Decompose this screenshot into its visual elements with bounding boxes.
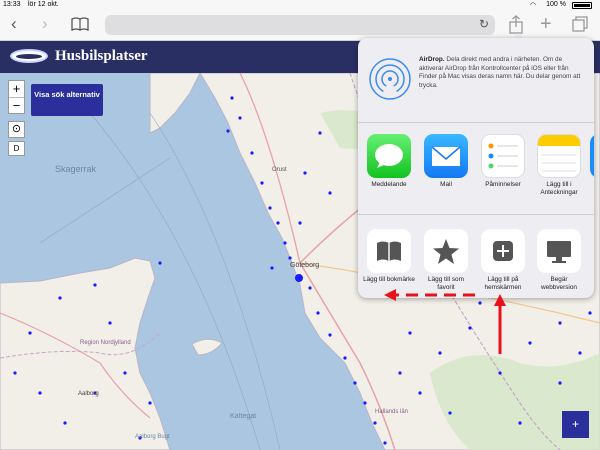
share-app-messages[interactable]: Meddelande [363, 134, 415, 189]
share-action-label: Lägg till på hemskärmen [484, 276, 522, 291]
wifi-icon: ◠ [529, 2, 536, 9]
airdrop-section: AirDrop. Dela direkt med andra i närhete… [358, 38, 594, 123]
share-app-label: Mail [440, 181, 452, 188]
airdrop-description: AirDrop. Dela direkt med andra i närhete… [419, 56, 586, 90]
url-field[interactable]: ↻ [105, 15, 495, 35]
map-label-kattegat: Kattegat [230, 413, 256, 420]
share-action-homescreen[interactable]: Lägg till på hemskärmen [477, 229, 529, 291]
share-app-notes[interactable]: Lägg till i Anteckningar [533, 134, 585, 196]
locate-icon[interactable]: ⊙ [8, 121, 25, 138]
plus-icon[interactable]: + [540, 13, 552, 36]
share-app-reminders[interactable]: Påminnelser [477, 134, 529, 189]
zoom-in-button[interactable]: + [9, 81, 24, 97]
share-action-desktop[interactable]: Begär webbversion [533, 229, 585, 291]
map-label-skagerrak: Skagerrak [55, 164, 97, 174]
map-label-hallands-lan: Hallands län [375, 409, 408, 415]
add-button[interactable]: + [562, 411, 589, 438]
layer-button[interactable]: D [8, 141, 25, 156]
annotation-arrow-left [384, 289, 475, 301]
share-app-mail[interactable]: Mail [420, 134, 472, 189]
browser-toolbar: ‹ › ↻ + [0, 10, 600, 41]
status-day: lör 12 okt. [28, 1, 59, 8]
search-options-button[interactable]: Visa sök alternativ [31, 84, 103, 116]
messages-icon [367, 134, 411, 178]
share-action-bookmark[interactable]: Lägg till bokmärke [363, 229, 415, 284]
annotation-arrow-up [494, 294, 506, 354]
airdrop-icon[interactable] [369, 58, 411, 100]
map-label-aalborg: Aalborg [78, 391, 99, 397]
plus-square-icon [481, 229, 525, 273]
more-apps-peek[interactable] [590, 134, 594, 178]
notes-icon [537, 134, 581, 178]
monitor-icon [537, 229, 581, 273]
site-logo[interactable] [10, 49, 48, 63]
zoom-out-button[interactable]: − [9, 97, 24, 114]
star-icon [424, 229, 468, 273]
reload-icon[interactable]: ↻ [479, 17, 489, 31]
site-title[interactable]: Husbilsplatser [55, 48, 148, 65]
share-action-label: Lägg till bokmärke [363, 276, 415, 283]
tabs-icon[interactable] [572, 16, 588, 37]
chevron-left-icon[interactable]: ‹ [11, 14, 17, 34]
map-label-region-nordjylland: Region Nordjylland [80, 340, 131, 346]
share-app-label: Lägg till i Anteckningar [540, 181, 578, 196]
battery-percent: 100 % [546, 1, 566, 8]
share-app-label: Meddelande [371, 181, 407, 188]
zoom-control: + − [8, 80, 25, 114]
battery-icon [572, 2, 592, 9]
book-icon[interactable] [71, 16, 89, 36]
map-label-orust: Orust [272, 167, 287, 173]
status-time: 13:33 [3, 1, 21, 8]
reminders-icon [481, 134, 525, 178]
share-app-row: Meddelande Mail Påminnelser Lägg till i … [358, 123, 594, 215]
map-label-goteborg: Göteborg [290, 262, 319, 269]
airdrop-title: AirDrop. [419, 56, 445, 63]
mail-icon [424, 134, 468, 178]
share-app-label: Påminnelser [485, 181, 521, 188]
share-action-favorite[interactable]: Lägg till som favorit [420, 229, 472, 291]
status-bar: 13:33 lör 12 okt. ◠ 100 % [0, 0, 600, 10]
book-icon [367, 229, 411, 273]
chevron-right-icon[interactable]: › [42, 14, 48, 34]
map-label-aalborg-bugt: Aalborg Bugt [135, 434, 170, 440]
share-action-label: Begär webbversion [541, 276, 577, 291]
share-sheet: AirDrop. Dela direkt med andra i närhete… [358, 38, 594, 298]
